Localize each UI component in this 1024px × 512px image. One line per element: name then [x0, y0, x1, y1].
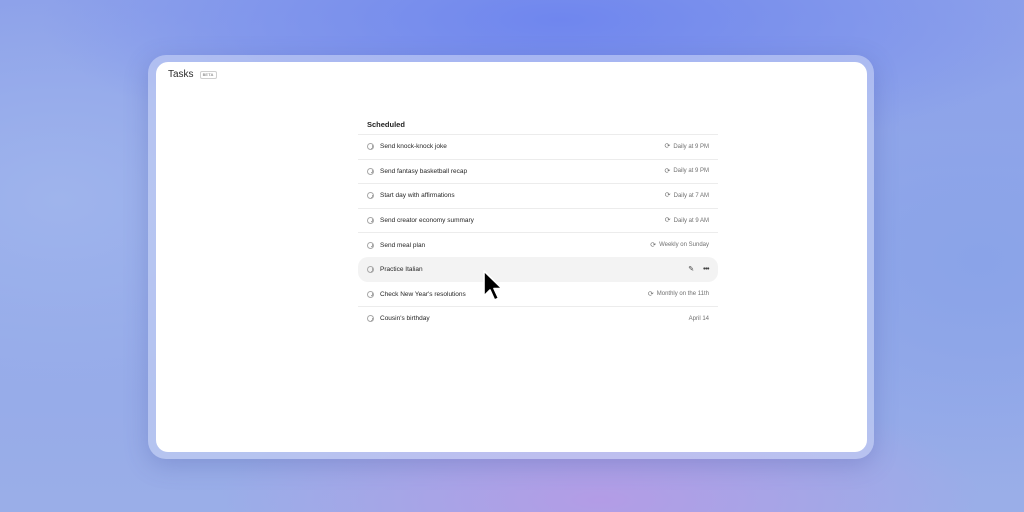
task-row[interactable]: Start day with affirmations ⟳ Daily at 7…: [358, 183, 718, 208]
task-row[interactable]: Send creator economy summary ⟳ Daily at …: [358, 207, 718, 233]
more-horizontal-icon[interactable]: •••: [703, 266, 709, 273]
task-row[interactable]: Check New Year's resolutions ⟳ Monthly o…: [358, 282, 718, 307]
schedule-label: Daily at 9 PM: [673, 168, 709, 175]
section-title: Scheduled: [367, 120, 405, 129]
task-schedule: April 14: [689, 316, 709, 322]
task-title: Start day with affirmations: [380, 192, 455, 200]
repeat-icon: ⟳: [664, 192, 671, 200]
app-title: Tasks: [168, 69, 194, 80]
circle-check-icon[interactable]: [367, 241, 374, 249]
circle-check-icon[interactable]: [367, 290, 374, 298]
task-title: Send fantasy basketball recap: [380, 167, 468, 175]
task-schedule: ⟳ Daily at 7 AM: [665, 192, 709, 199]
repeat-icon: ⟳: [647, 290, 654, 298]
repeat-icon: ⟳: [664, 217, 671, 225]
tasks-window: Tasks BETA Scheduled Send knock-knock jo…: [156, 62, 867, 452]
task-title: Send creator economy summary: [380, 217, 474, 225]
pencil-icon[interactable]: ✎: [688, 266, 694, 273]
task-schedule: ⟳ Daily at 9 PM: [664, 168, 709, 175]
schedule-label: Daily at 7 AM: [673, 192, 709, 199]
schedule-label: Monthly on the 11th: [656, 291, 709, 298]
circle-check-icon[interactable]: [367, 266, 374, 274]
task-schedule: ⟳ Daily at 9 AM: [665, 217, 709, 224]
task-title: Send meal plan: [380, 241, 426, 249]
task-schedule: ⟳ Monthly on the 11th: [648, 291, 709, 298]
schedule-label: Weekly on Sunday: [659, 242, 709, 249]
scheduled-section: Scheduled Send knock-knock joke ⟳ Daily …: [358, 120, 718, 331]
repeat-icon: ⟳: [664, 167, 671, 175]
mouse-pointer-icon: [483, 270, 503, 301]
task-title: Check New Year's resolutions: [380, 290, 466, 298]
beta-badge: BETA: [199, 70, 217, 79]
task-title: Send knock-knock joke: [380, 143, 447, 151]
circle-check-icon[interactable]: [367, 192, 374, 200]
schedule-label: Daily at 9 AM: [673, 217, 709, 224]
task-title: Cousin's birthday: [380, 315, 430, 323]
task-row[interactable]: Cousin's birthday April 14: [358, 306, 718, 331]
task-row[interactable]: Send knock-knock joke ⟳ Daily at 9 PM: [358, 134, 718, 159]
task-title: Practice Italian: [380, 266, 423, 274]
task-row[interactable]: Send meal plan ⟳ Weekly on Sunday: [358, 232, 718, 257]
task-schedule: ⟳ Daily at 9 PM: [664, 143, 709, 150]
circle-check-icon[interactable]: [367, 143, 374, 151]
repeat-icon: ⟳: [664, 143, 671, 151]
circle-check-icon[interactable]: [367, 315, 374, 323]
circle-check-icon[interactable]: [367, 167, 374, 175]
task-schedule: ⟳ Weekly on Sunday: [650, 242, 709, 249]
row-actions: ✎ •••: [688, 266, 709, 273]
task-row-hovered[interactable]: Practice Italian ✎ •••: [358, 256, 718, 282]
circle-check-icon[interactable]: [367, 217, 374, 225]
task-row[interactable]: Send fantasy basketball recap ⟳ Daily at…: [358, 158, 718, 184]
schedule-label: Daily at 9 PM: [673, 143, 709, 150]
repeat-icon: ⟳: [650, 241, 657, 249]
schedule-label: April 14: [688, 315, 709, 322]
app-header: Tasks BETA: [168, 69, 217, 80]
